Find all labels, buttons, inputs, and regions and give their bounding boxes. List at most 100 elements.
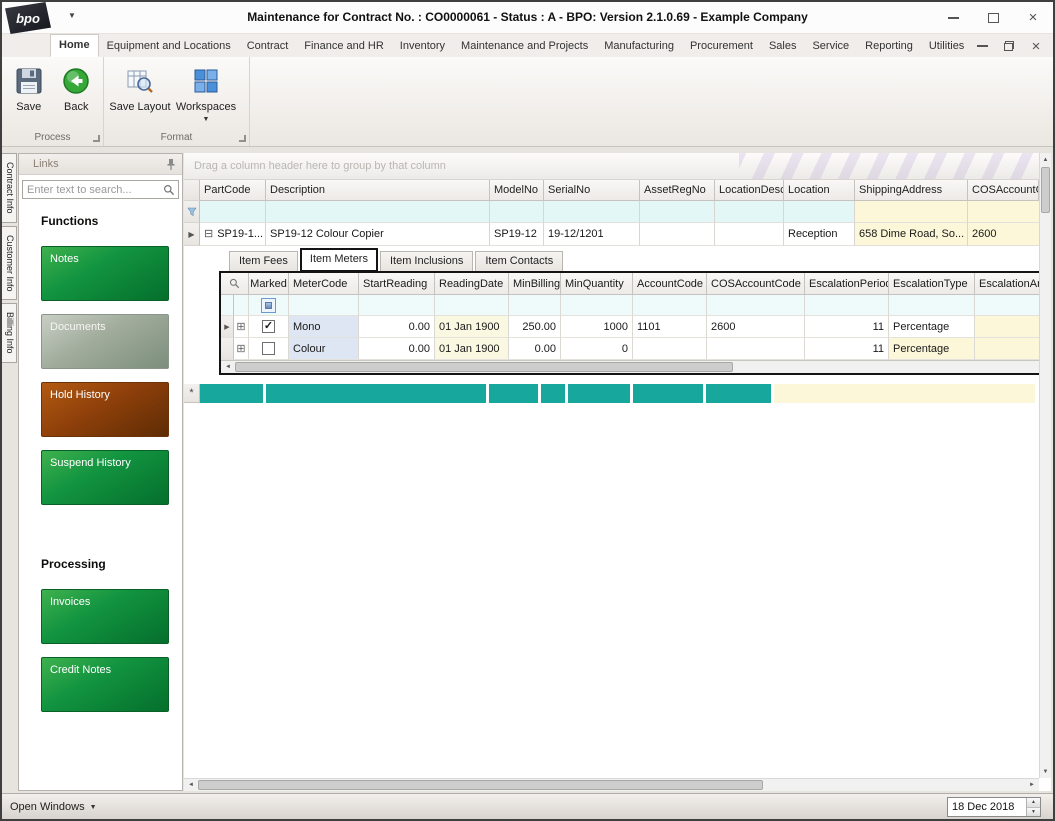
ribbon-tab-utilities[interactable]: Utilities bbox=[921, 36, 972, 57]
mdi-restore-button[interactable] bbox=[1002, 39, 1016, 53]
subgrid-scroll-thumb[interactable] bbox=[235, 362, 733, 372]
detail-tab-item-contacts[interactable]: Item Contacts bbox=[475, 251, 564, 271]
ribbon-tab-sales[interactable]: Sales bbox=[761, 36, 805, 57]
ribbon-tab-reporting[interactable]: Reporting bbox=[857, 36, 921, 57]
subgrid-filter-marked[interactable] bbox=[249, 295, 289, 316]
process-dialog-launcher-icon[interactable] bbox=[93, 135, 100, 142]
subcolumn-header-metercode[interactable]: MeterCode bbox=[289, 273, 359, 295]
subgrid-filter-accountcode[interactable] bbox=[633, 295, 707, 316]
cell-escalationperiod[interactable]: 11 bbox=[805, 338, 889, 360]
cell-metercode[interactable]: Mono bbox=[289, 316, 359, 338]
suspend-history-button[interactable]: Suspend History bbox=[41, 450, 169, 505]
new-row-cell-shipping-cos[interactable] bbox=[774, 384, 1035, 403]
ribbon-tab-home[interactable]: Home bbox=[50, 34, 99, 57]
new-row-cell-modelno[interactable] bbox=[489, 384, 538, 403]
scroll-up-icon[interactable]: ▲ bbox=[1040, 153, 1051, 166]
meter-row-colour[interactable]: ⊞ Colour 0.00 01 Jan 1900 0.00 0 11 Perc… bbox=[221, 338, 1039, 360]
side-tab-billing-info[interactable]: Billing Info bbox=[2, 303, 17, 363]
subgrid-filter-minbilling[interactable] bbox=[509, 295, 561, 316]
ribbon-tab-procurement[interactable]: Procurement bbox=[682, 36, 761, 57]
mdi-minimize-button[interactable] bbox=[975, 39, 989, 53]
detail-tab-item-fees[interactable]: Item Fees bbox=[229, 251, 298, 271]
new-row-cell-serialno-b[interactable] bbox=[568, 384, 630, 403]
cell-cosaccountcode[interactable]: 2600 bbox=[707, 316, 805, 338]
subcolumn-header-startreading[interactable]: StartReading bbox=[359, 273, 435, 295]
cell-accountcode[interactable]: 1101 bbox=[633, 316, 707, 338]
ribbon-tab-finance-and-hr[interactable]: Finance and HR bbox=[296, 36, 392, 57]
cell-modelno[interactable]: SP19-12 bbox=[490, 223, 544, 246]
column-header-description[interactable]: Description bbox=[266, 180, 490, 201]
minimize-button[interactable] bbox=[941, 8, 965, 28]
filter-cell-assetregno[interactable] bbox=[640, 201, 715, 223]
column-header-locationdesc[interactable]: LocationDesc bbox=[715, 180, 784, 201]
cell-serialno[interactable]: 19-12/1201 bbox=[544, 223, 640, 246]
subrow-expand-cell[interactable]: ⊞ bbox=[234, 316, 249, 338]
invoices-button[interactable]: Invoices bbox=[41, 589, 169, 644]
subgrid-filter-startreading[interactable] bbox=[359, 295, 435, 316]
ribbon-tab-inventory[interactable]: Inventory bbox=[392, 36, 453, 57]
subgrid-scroll-right-icon[interactable]: ► bbox=[1036, 361, 1039, 373]
side-tab-contract-info[interactable]: Contract Info bbox=[2, 153, 17, 223]
cell-marked[interactable] bbox=[249, 338, 289, 360]
hold-history-button[interactable]: Hold History bbox=[41, 382, 169, 437]
cell-locationdesc[interactable] bbox=[715, 223, 784, 246]
cell-location[interactable]: Reception bbox=[784, 223, 855, 246]
workspaces-dropdown-icon[interactable]: ▼ bbox=[203, 116, 210, 123]
subcolumn-header-minbilling[interactable]: MinBilling bbox=[509, 273, 561, 295]
cell-minbilling[interactable]: 250.00 bbox=[509, 316, 561, 338]
filter-cell-location[interactable] bbox=[784, 201, 855, 223]
notes-button[interactable]: Notes bbox=[41, 246, 169, 301]
column-header-partcode[interactable]: PartCode bbox=[200, 180, 266, 201]
links-search-input[interactable] bbox=[23, 183, 163, 196]
credit-notes-button[interactable]: Credit Notes bbox=[41, 657, 169, 712]
new-row-cell-description[interactable] bbox=[266, 384, 486, 403]
subcolumn-header-accountcode[interactable]: AccountCode bbox=[633, 273, 707, 295]
workspaces-button[interactable]: Workspaces ▼ bbox=[173, 63, 239, 123]
subgrid-filter-minquantity[interactable] bbox=[561, 295, 633, 316]
subgrid-filter-escalationtype[interactable] bbox=[889, 295, 975, 316]
filter-cell-modelno[interactable] bbox=[490, 201, 544, 223]
filter-cell-serialno[interactable] bbox=[544, 201, 640, 223]
cell-escalationtype[interactable]: Percentage bbox=[889, 338, 975, 360]
subcolumn-header-escalationperiod[interactable]: EscalationPeriod bbox=[805, 273, 889, 295]
cell-minquantity[interactable]: 1000 bbox=[561, 316, 633, 338]
grid-data-row[interactable]: ▶ ⊟ SP19-1... SP19-12 Colour Copier SP19… bbox=[184, 223, 1039, 246]
date-spin-up-icon[interactable]: ▲ bbox=[1027, 798, 1040, 807]
filter-cell-partcode[interactable] bbox=[200, 201, 266, 223]
subgrid-horizontal-scrollbar[interactable]: ◄ ► bbox=[221, 360, 1039, 373]
meter-row-mono[interactable]: ▶ ⊞ ✓ Mono 0.00 01 Jan 1900 250.00 1000 … bbox=[221, 316, 1039, 338]
column-header-assetregno[interactable]: AssetRegNo bbox=[640, 180, 715, 201]
subcolumn-header-escalationamount[interactable]: EscalationAmount bbox=[975, 273, 1039, 295]
cell-marked[interactable]: ✓ bbox=[249, 316, 289, 338]
new-row-cell-partcode[interactable] bbox=[200, 384, 263, 403]
cell-assetregno[interactable] bbox=[640, 223, 715, 246]
cell-escalationtype[interactable]: Percentage bbox=[889, 316, 975, 338]
filter-cell-shippingaddress[interactable] bbox=[855, 201, 968, 223]
subgrid-search-cell[interactable] bbox=[221, 273, 249, 295]
cell-shippingaddress[interactable]: 658 Dime Road, So... bbox=[855, 223, 968, 246]
ribbon-tab-equipment-and-locations[interactable]: Equipment and Locations bbox=[99, 36, 239, 57]
group-by-bar[interactable]: Drag a column header here to group by th… bbox=[184, 153, 1039, 180]
subcolumn-header-cosaccountcode[interactable]: COSAccountCode bbox=[707, 273, 805, 295]
cell-escalationperiod[interactable]: 11 bbox=[805, 316, 889, 338]
new-row-cell-serialno-a[interactable] bbox=[541, 384, 565, 403]
format-dialog-launcher-icon[interactable] bbox=[239, 135, 246, 142]
collapse-detail-icon[interactable]: ⊟ bbox=[204, 228, 213, 240]
subgrid-filter-metercode[interactable] bbox=[289, 295, 359, 316]
cell-readingdate[interactable]: 01 Jan 1900 bbox=[435, 316, 509, 338]
save-button[interactable]: Save bbox=[5, 63, 53, 113]
scroll-right-icon[interactable]: ► bbox=[1025, 779, 1039, 791]
new-row-cell-assetregno[interactable] bbox=[633, 384, 703, 403]
cell-minquantity[interactable]: 0 bbox=[561, 338, 633, 360]
cell-accountcode[interactable] bbox=[633, 338, 707, 360]
horizontal-scrollbar[interactable]: ◄ ► bbox=[184, 778, 1039, 791]
subgrid-filter-escalationperiod[interactable] bbox=[805, 295, 889, 316]
pin-icon[interactable] bbox=[166, 158, 176, 171]
cell-partcode[interactable]: ⊟ SP19-1... bbox=[200, 223, 266, 246]
date-input[interactable] bbox=[948, 798, 1026, 816]
subcolumn-header-marked[interactable]: Marked bbox=[249, 273, 289, 295]
cell-cosaccountcode[interactable] bbox=[707, 338, 805, 360]
back-button[interactable]: Back bbox=[53, 63, 101, 113]
filter-cell-locationdesc[interactable] bbox=[715, 201, 784, 223]
new-record-row[interactable]: * bbox=[184, 384, 1039, 403]
